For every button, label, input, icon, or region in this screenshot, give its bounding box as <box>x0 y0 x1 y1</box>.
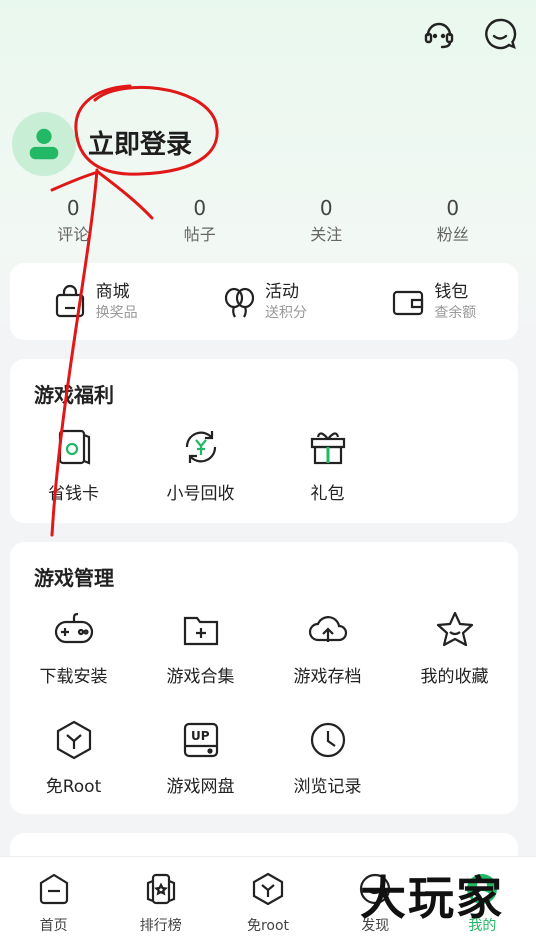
stat-posts[interactable]: 0 帖子 <box>137 194 264 248</box>
stat-label: 关注 <box>310 225 343 244</box>
user-icon <box>29 128 59 160</box>
cloud-upload-icon <box>308 616 347 642</box>
cloud-disk-entry[interactable]: UP 游戏网盘 <box>137 718 264 797</box>
benefits-card: 游戏福利 省钱卡 小号回收 礼包 <box>10 359 518 523</box>
message-icon[interactable] <box>480 14 520 54</box>
shop-sub: 换奖品 <box>95 304 138 321</box>
stat-comments[interactable]: 0 评论 <box>10 194 137 248</box>
benefits-title: 游戏福利 <box>34 383 114 407</box>
avatar[interactable] <box>12 112 76 176</box>
saving-card-label: 省钱卡 <box>48 484 99 504</box>
no-root-entry[interactable]: 免Root <box>10 718 137 797</box>
customer-service-icon[interactable] <box>419 14 459 54</box>
stat-value: 0 <box>319 196 333 220</box>
favorites-label: 我的收藏 <box>420 667 489 687</box>
recycle-entry[interactable]: 小号回收 <box>137 425 264 504</box>
activity-entry[interactable]: 活动 送积分 <box>179 281 348 323</box>
nav-ranking-label: 排行榜 <box>139 918 182 934</box>
stat-label: 帖子 <box>183 225 216 244</box>
stat-fans[interactable]: 0 粉丝 <box>390 194 517 248</box>
history-label: 浏览记录 <box>293 777 362 797</box>
history-entry[interactable]: 浏览记录 <box>264 718 391 797</box>
hexagon-y-icon <box>252 872 284 906</box>
wallet-entry[interactable]: 钱包 查余额 <box>349 281 518 323</box>
management-title: 游戏管理 <box>34 566 114 590</box>
gamepad-icon <box>54 612 93 644</box>
stat-label: 评论 <box>57 225 90 244</box>
no-root-label: 免Root <box>45 777 102 797</box>
management-card: 游戏管理 下载安装 游戏合集 游戏存档 我的收藏 免Root UP 游戏网盘 浏… <box>10 542 518 814</box>
collection-entry[interactable]: 游戏合集 <box>137 608 264 687</box>
clock-icon <box>310 722 345 758</box>
watermark-text: 大玩家 <box>360 871 504 925</box>
shop-title: 商城 <box>95 281 130 302</box>
saving-card-icon <box>58 429 90 465</box>
up-disk-icon: UP <box>183 722 218 758</box>
save-archive-label: 游戏存档 <box>293 667 362 687</box>
stat-label: 粉丝 <box>436 225 469 244</box>
saving-card-entry[interactable]: 省钱卡 <box>10 425 137 504</box>
wallet-title: 钱包 <box>434 281 469 302</box>
svg-text:UP: UP <box>191 729 210 743</box>
login-link[interactable]: 立即登录 <box>88 124 192 161</box>
gift-label: 礼包 <box>310 484 345 504</box>
stat-value: 0 <box>66 196 80 220</box>
gift-entry[interactable]: 礼包 <box>264 425 391 504</box>
wallet-sub: 查余额 <box>434 304 477 321</box>
download-install-entry[interactable]: 下载安装 <box>10 608 137 687</box>
wallet-icon <box>393 290 424 315</box>
nav-no-root[interactable]: 免root <box>214 857 321 937</box>
activity-sub: 送积分 <box>264 304 307 321</box>
activity-title: 活动 <box>264 281 299 302</box>
nav-home-label: 首页 <box>39 918 68 934</box>
nav-ranking[interactable]: 排行榜 <box>107 857 214 937</box>
collection-label: 游戏合集 <box>166 667 235 687</box>
save-archive-entry[interactable]: 游戏存档 <box>264 608 391 687</box>
folder-plus-icon <box>183 616 218 646</box>
ranking-icon <box>146 873 175 905</box>
home-icon <box>39 873 68 905</box>
favorites-entry[interactable]: 我的收藏 <box>391 608 518 687</box>
annotation-arrow-head-left <box>50 170 100 192</box>
stat-value: 0 <box>446 196 460 220</box>
nav-home[interactable]: 首页 <box>0 857 107 937</box>
stat-value: 0 <box>193 196 207 220</box>
nav-no-root-label: 免root <box>246 918 290 934</box>
recycle-label: 小号回收 <box>166 484 235 504</box>
star-icon <box>436 611 473 647</box>
stats-row: 0 评论 0 帖子 0 关注 0 粉丝 <box>10 194 516 248</box>
shopping-bag-icon <box>55 284 84 317</box>
download-install-label: 下载安装 <box>39 667 108 687</box>
recycle-icon <box>185 431 216 463</box>
cloud-disk-label: 游戏网盘 <box>166 777 235 797</box>
shop-entry[interactable]: 商城 换奖品 <box>10 281 179 323</box>
balloon-icon <box>224 287 255 318</box>
hexagon-y-icon <box>56 720 91 760</box>
stat-following[interactable]: 0 关注 <box>263 194 390 248</box>
gift-icon <box>310 432 345 465</box>
quick-actions-card: 商城 换奖品 活动 送积分 钱包 查余额 <box>10 263 518 340</box>
